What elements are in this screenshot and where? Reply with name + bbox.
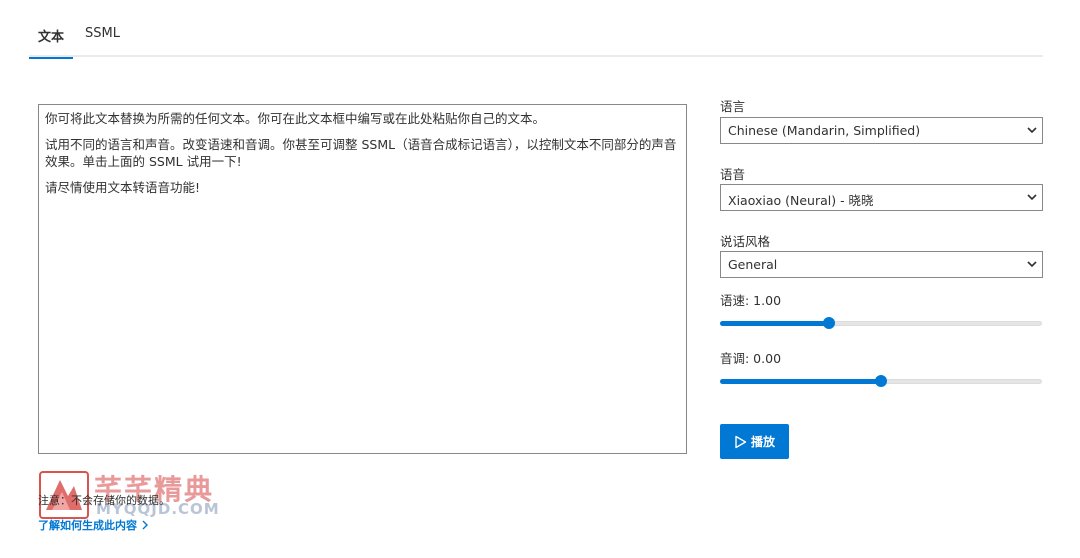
chevron-down-icon <box>1027 194 1037 201</box>
tab-text[interactable]: 文本 <box>29 18 74 59</box>
chevron-right-icon <box>142 520 148 530</box>
pitch-label: 音调: 0.00 <box>720 351 782 366</box>
chevron-down-icon <box>1027 127 1037 134</box>
tab-ssml[interactable]: SSML <box>76 18 129 57</box>
privacy-note: 注意：不会存储你的数据。 <box>38 494 170 507</box>
language-select[interactable]: Chinese (Mandarin, Simplified) <box>720 117 1043 144</box>
slider-thumb[interactable] <box>823 317 836 329</box>
learn-more-link[interactable]: 了解如何生成此内容 <box>38 517 149 533</box>
language-value: Chinese (Mandarin, Simplified) <box>728 123 921 138</box>
voice-select[interactable]: Xiaoxiao (Neural) - 晓晓 <box>720 184 1043 211</box>
language-label: 语言 <box>720 99 746 114</box>
text-paragraph: 你可将此文本替换为所需的任何文本。你可在此文本框中编写或在此处粘贴你自己的文本。 <box>45 111 546 126</box>
style-value: General <box>728 257 778 272</box>
learn-more-label: 了解如何生成此内容 <box>38 519 137 532</box>
play-button[interactable]: 播放 <box>720 424 789 459</box>
tab-bar: 文本 SSML <box>29 18 1043 59</box>
slider-fill <box>720 379 881 384</box>
text-paragraph: 试用不同的语言和声音。改变语速和音调。你甚至可调整 SSML（语音合成标记语言）… <box>45 137 677 169</box>
play-icon <box>735 435 747 448</box>
chevron-down-icon <box>1027 261 1037 268</box>
voice-label: 语音 <box>720 167 746 182</box>
style-select[interactable]: General <box>720 251 1043 278</box>
rate-slider[interactable] <box>720 316 1042 330</box>
rate-label: 语速: 1.00 <box>720 293 782 308</box>
play-button-label: 播放 <box>750 435 775 449</box>
voice-value: Xiaoxiao (Neural) - 晓晓 <box>728 193 874 208</box>
style-label: 说话风格 <box>720 234 771 249</box>
slider-thumb[interactable] <box>875 375 887 387</box>
slider-fill <box>720 321 830 326</box>
text-paragraph: 请尽情使用文本转语音功能! <box>45 180 201 195</box>
text-input-area[interactable]: 你可将此文本替换为所需的任何文本。你可在此文本框中编写或在此处粘贴你自己的文本。… <box>38 104 687 454</box>
tts-demo-page: 文本 SSML 你可将此文本替换为所需的任何文本。你可在此文本框中编写或在此处粘… <box>0 0 1080 558</box>
pitch-slider[interactable] <box>720 374 1042 388</box>
